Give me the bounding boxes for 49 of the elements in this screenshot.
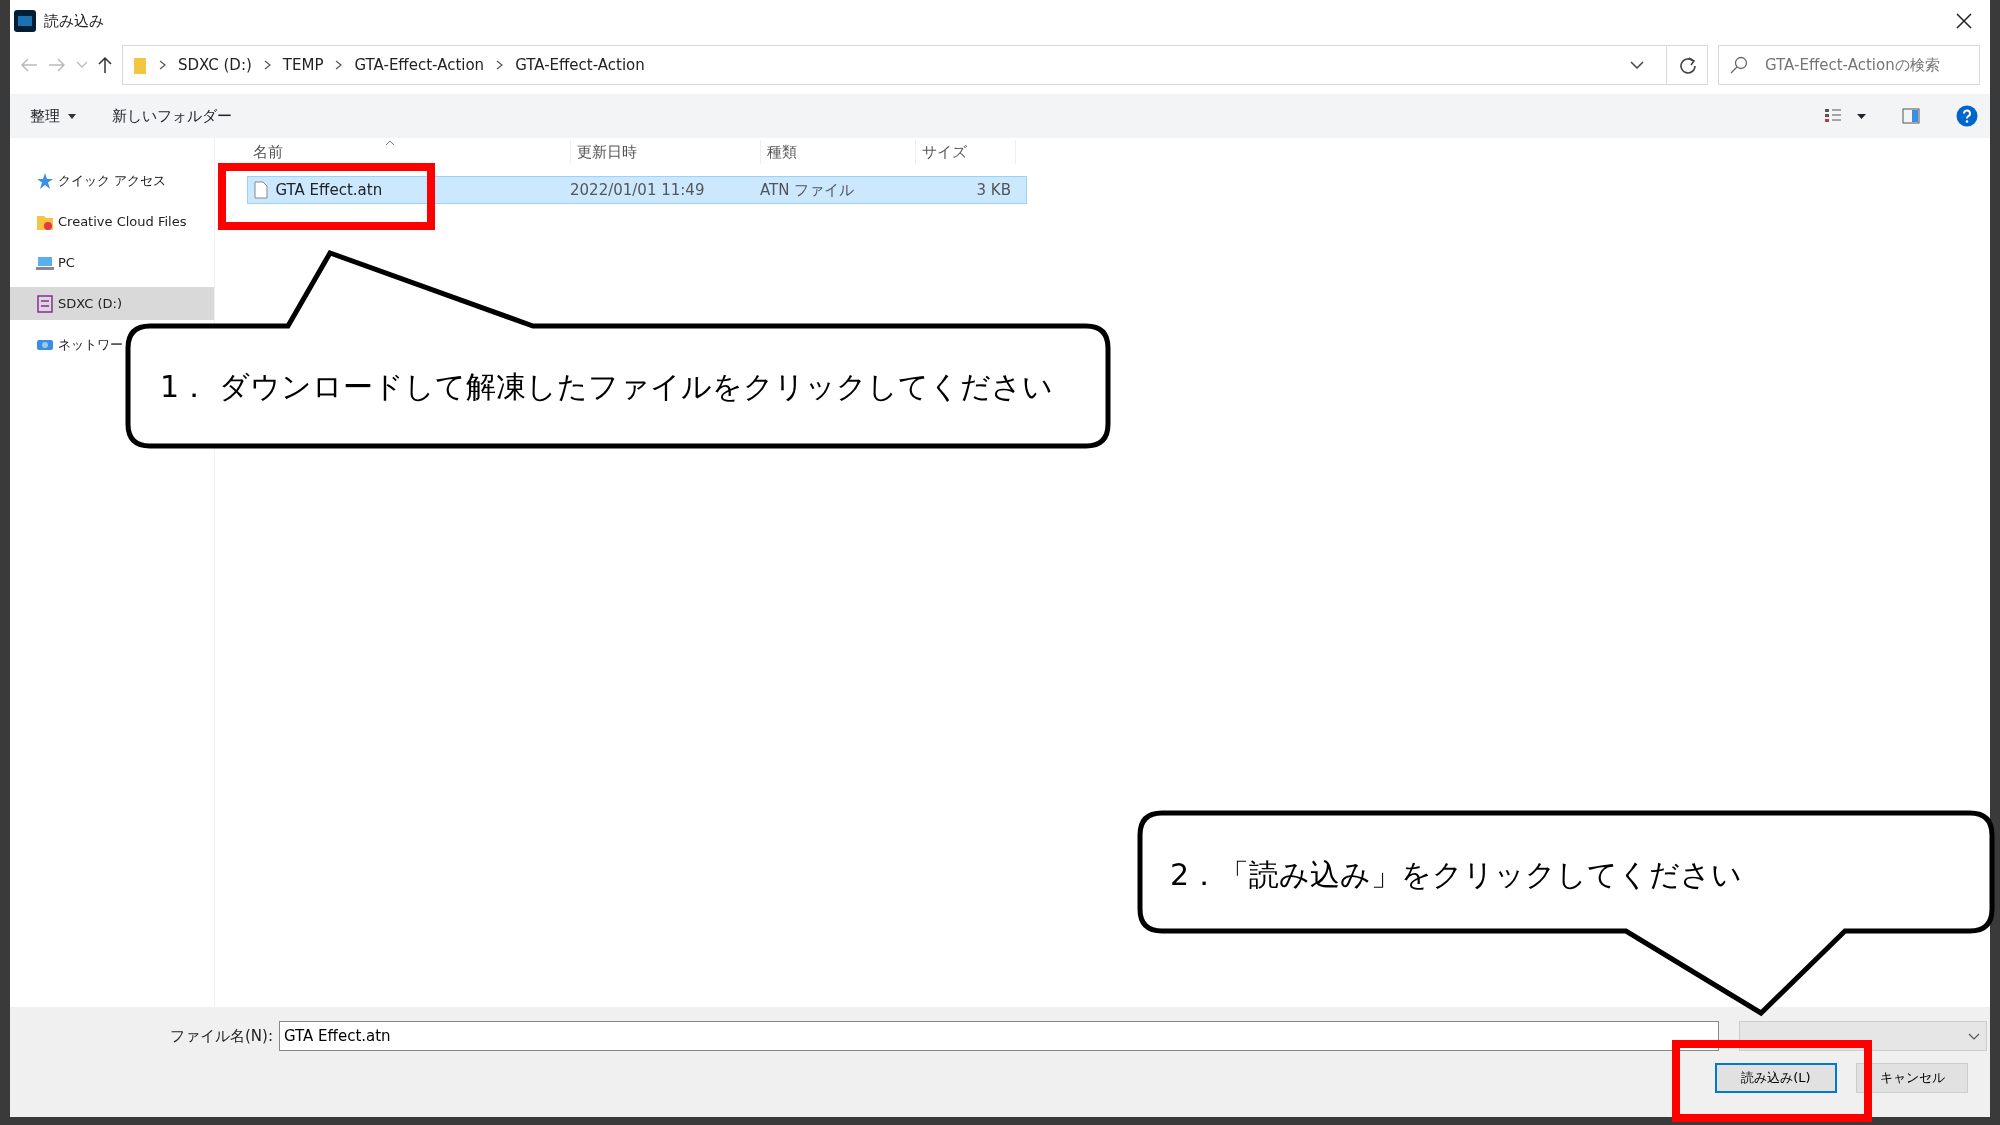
table-cell-text: 2022/01/01 11:49 [570, 179, 705, 201]
file-row[interactable]: GTA Effect.atn 2022/01/01 11:49 ATN ファイル 3 KB [247, 176, 1027, 204]
organize-menu-button[interactable]: 整理 [30, 104, 76, 128]
sidebar-item[interactable]: PC [10, 246, 77, 279]
column-header[interactable]: 更新日時 [571, 140, 761, 164]
column-header[interactable]: 名前 [231, 140, 571, 164]
file-icon [254, 181, 268, 199]
chevron-down-icon[interactable] [1630, 60, 1644, 70]
column-header[interactable]: 種類 [761, 140, 916, 164]
table-cell-text: ATN ファイル [760, 179, 855, 201]
search-field[interactable]: GTA-Effect-Actionの検索 [1718, 45, 1980, 85]
new-folder-button[interactable]: 新しいフォルダー [111, 104, 232, 128]
breadcrumb-item[interactable]: SDXC (D:) [178, 53, 252, 77]
view-options-icon[interactable] [1824, 108, 1842, 124]
breadcrumb-item[interactable]: GTA-Effect-Action [354, 53, 485, 77]
window-title: 読み込み [44, 10, 104, 32]
search-icon [1730, 56, 1748, 74]
callout-text: 1． ダウンロードして解凍したファイルをクリックしてください [160, 368, 1053, 406]
refresh-icon[interactable] [1679, 56, 1697, 74]
close-icon[interactable] [1954, 11, 1974, 31]
sidebar-item[interactable]: Creative Cloud Files [10, 205, 189, 238]
chevron-right-icon [496, 60, 504, 70]
app-icon [14, 10, 36, 32]
chevron-right-icon [159, 60, 166, 70]
sd-card-icon [36, 294, 54, 313]
sidebar-item[interactable]: SDXC (D:) [10, 287, 214, 320]
caret-icon [67, 113, 76, 119]
breadcrumb-item[interactable]: TEMP [282, 53, 324, 77]
table-cell-text: GTA Effect.atn [275, 179, 383, 201]
chevron-right-icon [335, 60, 343, 70]
preview-pane-icon[interactable] [1902, 108, 1920, 124]
sort-caret-icon [385, 140, 395, 146]
chevron-right-icon [263, 60, 271, 70]
star-icon [36, 171, 54, 190]
caret-icon[interactable] [1857, 113, 1866, 119]
folder-icon [133, 55, 147, 75]
help-icon[interactable] [1956, 105, 1978, 127]
import-button[interactable]: 読み込み(L) [1715, 1063, 1837, 1093]
callout-text: 2．「読み込み」をクリックしてください [1170, 856, 1743, 894]
up-arrow-icon[interactable] [98, 56, 112, 74]
chevron-down-icon [1968, 1032, 1980, 1040]
filename-field[interactable]: GTA Effect.atn [279, 1021, 1719, 1051]
breadcrumb-item[interactable]: GTA-Effect-Action [515, 53, 645, 77]
table-cell-text: 3 KB [976, 179, 1011, 201]
filename-label: ファイル名(N): [170, 1025, 273, 1047]
cancel-button[interactable]: キャンセル [1856, 1063, 1968, 1093]
sidebar-item[interactable]: ネットワー [10, 328, 125, 361]
column-header[interactable]: サイズ [916, 140, 1016, 164]
sidebar-item[interactable]: クイック アクセス [10, 164, 169, 197]
